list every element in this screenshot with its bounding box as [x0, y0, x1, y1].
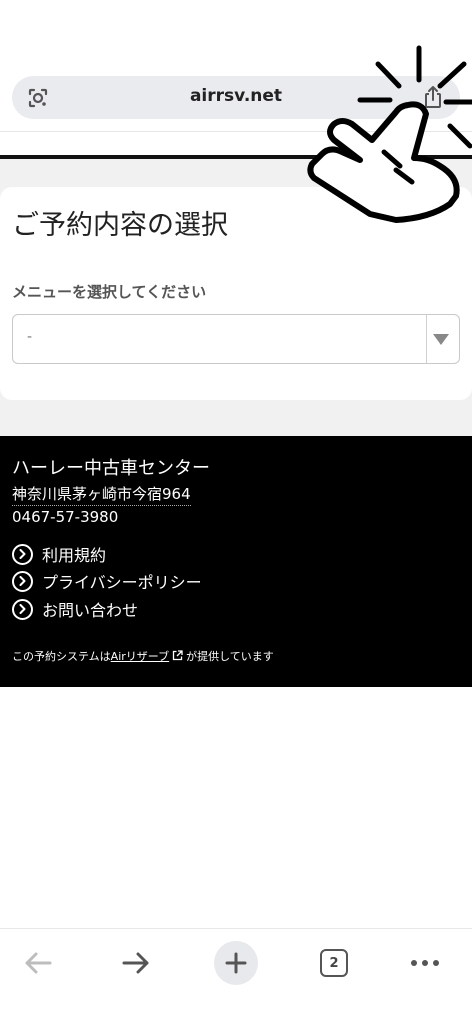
address-bar[interactable]: airrsv.net: [12, 76, 460, 119]
back-arrow-icon: [25, 952, 52, 974]
dropdown-arrow-icon: [433, 334, 449, 345]
forward-arrow-icon: [122, 952, 149, 974]
share-icon[interactable]: [422, 85, 444, 109]
privacy-policy-link[interactable]: プライバシーポリシー: [12, 569, 202, 593]
back-button[interactable]: [16, 941, 60, 985]
more-menu-button[interactable]: [403, 941, 447, 985]
chevron-right-icon: [12, 598, 33, 620]
plus-circle: [214, 941, 258, 985]
contact-link[interactable]: お問い合わせ: [12, 597, 138, 621]
url-text[interactable]: airrsv.net: [12, 86, 460, 106]
tab-count: 2: [329, 955, 339, 971]
page-title: ご予約内容の選択: [12, 210, 228, 241]
external-link-icon: [172, 650, 183, 661]
select-divider: [426, 315, 427, 363]
terms-link-label: 利用規約: [42, 546, 107, 565]
bottom-toolbar: 2: [0, 928, 472, 1024]
airreserve-link[interactable]: Airリザーブ: [111, 650, 169, 663]
forward-button[interactable]: [114, 941, 158, 985]
select-value: -: [27, 329, 33, 345]
powered-suffix: が提供しています: [186, 650, 274, 663]
powered-prefix: この予約システムは: [12, 650, 111, 663]
menu-select[interactable]: -: [12, 314, 460, 364]
tab-switcher-icon: 2: [320, 949, 348, 977]
chevron-right-icon: [12, 543, 33, 565]
terms-link[interactable]: 利用規約: [12, 542, 106, 566]
contact-link-label: お問い合わせ: [42, 601, 139, 620]
footer: ハーレー中古車センター 神奈川県茅ヶ崎市今宿964 0467-57-3980 利…: [0, 436, 472, 687]
chevron-right-icon: [12, 570, 33, 592]
divider: [0, 131, 472, 132]
plus-icon: [225, 952, 247, 974]
shop-name: ハーレー中古車センター: [12, 458, 210, 479]
menu-label: メニューを選択してください: [12, 283, 207, 301]
new-tab-button[interactable]: [214, 941, 258, 985]
powered-by-text: この予約システムはAirリザーブ が提供しています: [12, 648, 274, 664]
shop-address[interactable]: 神奈川県茅ヶ崎市今宿964: [12, 483, 191, 506]
privacy-policy-link-label: プライバシーポリシー: [42, 573, 202, 592]
tab-switcher-button[interactable]: 2: [312, 941, 356, 985]
more-dots-icon: [411, 960, 439, 966]
shop-phone[interactable]: 0467-57-3980: [12, 508, 118, 526]
